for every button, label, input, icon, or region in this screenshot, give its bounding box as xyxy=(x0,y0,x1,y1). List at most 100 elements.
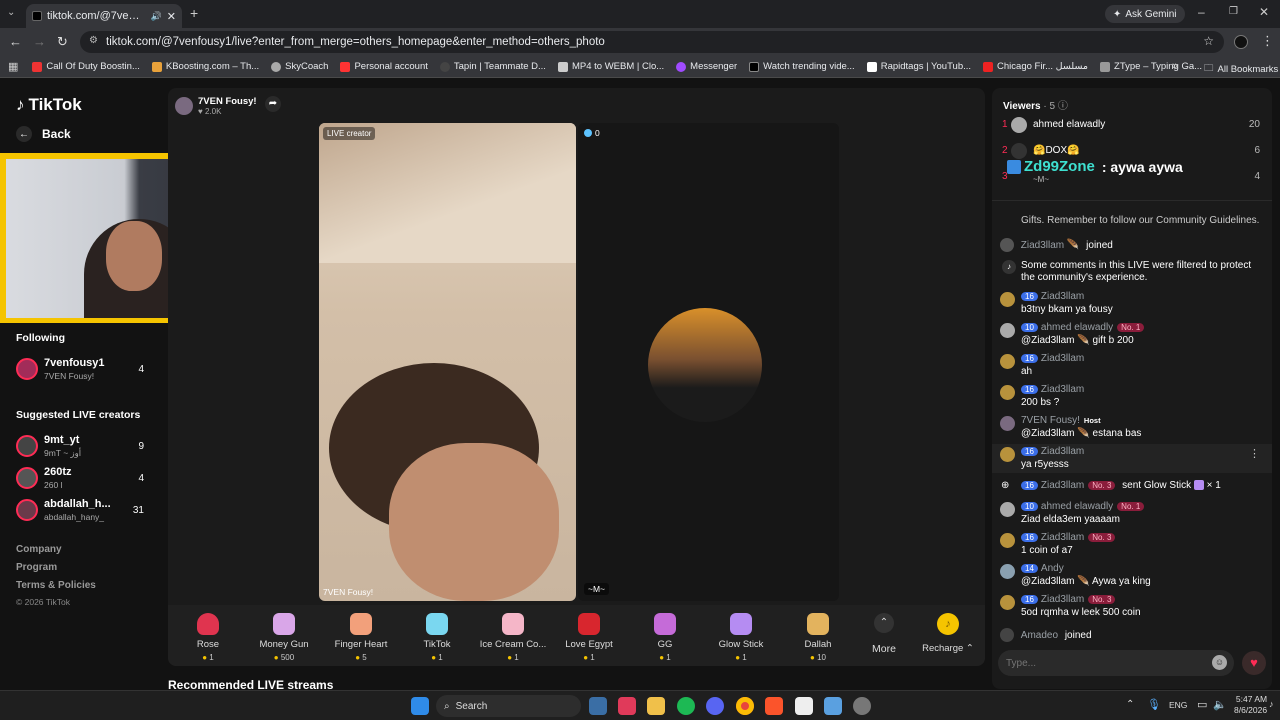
bookmark-item[interactable]: KBoosting.com – Th... xyxy=(151,61,259,72)
file-explorer-icon[interactable] xyxy=(647,697,665,715)
taskbar-search[interactable]: ⌕ Search xyxy=(436,695,581,717)
bookmark-item[interactable]: ZType – Typing Ga... xyxy=(1100,61,1202,72)
more-gifts-button[interactable]: ⌃ More xyxy=(849,613,919,655)
bookmark-star-icon[interactable]: ☆ xyxy=(1203,34,1214,48)
gift-rose[interactable]: Rose ● 1 xyxy=(173,613,243,662)
tiktok-logo[interactable]: ♪ TikTok xyxy=(16,95,82,115)
avatar xyxy=(1011,143,1027,159)
avatar xyxy=(1011,117,1027,133)
bookmark-item[interactable]: Personal account xyxy=(340,61,428,72)
apps-grid-icon[interactable]: ▦ xyxy=(8,60,18,73)
avatar xyxy=(1000,354,1015,369)
browser-tab[interactable]: tiktok.com/@7venfousy1/li 🔊 ✕ xyxy=(26,4,182,28)
following-item[interactable]: 7venfousy1 7VEN Fousy! 4 xyxy=(16,356,150,382)
gift-glow-stick[interactable]: Glow Stick ● 1 xyxy=(706,613,776,662)
new-tab-icon[interactable]: + xyxy=(190,5,198,21)
close-window-icon[interactable]: ✕ xyxy=(1259,5,1269,19)
tab-list-chevron-icon[interactable]: ⌄ xyxy=(7,7,15,18)
suggested-item[interactable]: 260tz 260 l 4 xyxy=(16,465,150,491)
gift-dallah[interactable]: Dallah ● 10 xyxy=(783,613,853,662)
address-bar[interactable]: ⚙ tiktok.com/@7venfousy1/live?enter_from… xyxy=(80,31,1224,53)
back-arrow-icon[interactable]: ← xyxy=(9,34,22,49)
language-indicator[interactable]: ENG xyxy=(1169,700,1187,710)
overlay-comment: Zd99Zone : aywa aywa xyxy=(1007,158,1183,175)
site-info-icon[interactable]: ⚙ xyxy=(89,35,98,46)
chat-input[interactable] xyxy=(1006,655,1206,671)
host-info[interactable]: 7VEN Fousy! ♥ 2.0K xyxy=(175,96,257,116)
gift-money-gun[interactable]: Money Gun ● 500 xyxy=(249,613,319,662)
close-tab-icon[interactable]: ✕ xyxy=(167,10,176,23)
app-icon[interactable] xyxy=(824,697,842,715)
discord-icon[interactable] xyxy=(706,697,724,715)
bookmark-item[interactable]: Rapidtags | YouTub... xyxy=(866,61,971,72)
chat-message-hovered[interactable]: 16 Ziad3llam ya r5yesss ⋮ xyxy=(992,444,1272,473)
bookmark-item[interactable]: SkyCoach xyxy=(271,61,328,72)
gift-ice-cream[interactable]: Ice Cream Co... ● 1 xyxy=(478,613,548,662)
restore-window-icon[interactable]: ❐ xyxy=(1229,6,1238,17)
main-video: LIVE creator 7VEN Fousy! xyxy=(319,123,576,601)
reload-icon[interactable]: ↻ xyxy=(57,34,68,50)
tiktok-live-page: ♪ TikTok ← Back Following 7venfousy1 7VE… xyxy=(0,79,1280,692)
eye-icon xyxy=(584,129,592,137)
notification-bell-icon[interactable]: ♪ xyxy=(1269,699,1274,709)
bookmark-item[interactable]: Call Of Duty Boostin... xyxy=(32,61,140,72)
profile-avatar-icon[interactable] xyxy=(1234,35,1248,49)
chat-message: 16 Ziad3llam ah xyxy=(1000,353,1262,377)
guest-video: 0 ~M~ xyxy=(578,123,839,601)
ask-gemini-button[interactable]: ✦ Ask Gemini xyxy=(1105,5,1185,23)
creator-name: 7venfousy1 xyxy=(44,357,105,369)
tiktok-app-icon[interactable] xyxy=(618,697,636,715)
chat-message: 16 Ziad3llam No. 3 5od rqmha w leek 500 coi… xyxy=(1000,594,1262,618)
bookmark-item[interactable]: Chicago Fir... مسلسل xyxy=(983,61,1088,72)
coin-icon: ♪ xyxy=(937,613,959,635)
back-button[interactable]: ← Back xyxy=(16,126,71,142)
clock[interactable]: 5:47 AM 8/6/2026 xyxy=(1234,694,1267,716)
forward-arrow-icon[interactable]: → xyxy=(33,34,46,49)
footer-link-company[interactable]: Company xyxy=(16,544,62,555)
share-icon[interactable]: ➦ xyxy=(265,96,281,112)
bookmark-favicon-icon xyxy=(866,61,877,72)
info-icon[interactable]: ⓘ xyxy=(1058,101,1068,112)
gift-tiktok[interactable]: TikTok ● 1 xyxy=(402,613,472,662)
settings-icon[interactable] xyxy=(853,697,871,715)
bookmark-item[interactable]: MP4 to WEBM | Clo... xyxy=(557,61,664,72)
back-arrow-icon: ← xyxy=(16,126,32,142)
all-bookmarks-button[interactable]: 🗀 All Bookmarks xyxy=(1204,61,1278,77)
gift-finger-heart[interactable]: Finger Heart ● 5 xyxy=(326,613,396,662)
spotify-icon[interactable] xyxy=(677,697,695,715)
viewer-count: 31 xyxy=(132,505,144,516)
network-icon[interactable]: ▭ xyxy=(1197,698,1207,711)
menu-kebab-icon[interactable]: ⋮ xyxy=(1261,33,1274,49)
recharge-button[interactable]: ♪ Recharge ⌃ xyxy=(913,613,983,654)
store-icon[interactable] xyxy=(589,697,607,715)
bookmark-item[interactable]: Messenger xyxy=(676,61,737,72)
bookmark-item[interactable]: Tapin | Teammate D... xyxy=(439,61,546,72)
message-options-icon[interactable]: ⋮ xyxy=(1249,447,1260,460)
gift-icon: ⊕ xyxy=(1001,480,1010,491)
footer-link-program[interactable]: Program xyxy=(16,562,57,573)
chrome-icon[interactable] xyxy=(736,697,754,715)
footer-link-terms[interactable]: Terms & Policies xyxy=(16,580,96,591)
chevron-up-icon[interactable]: ⌃ xyxy=(1126,699,1134,710)
microphone-icon[interactable]: 🎙 xyxy=(1147,698,1161,711)
bookmark-item[interactable]: Watch trending vide... xyxy=(749,61,855,72)
suggested-item[interactable]: abdallah_h... abdallah_hany_ 31 xyxy=(16,497,150,523)
gift-love-egypt[interactable]: Love Egypt ● 1 xyxy=(554,613,624,662)
audio-playing-icon[interactable]: 🔊 xyxy=(151,11,162,22)
gift-gg[interactable]: GG ● 1 xyxy=(630,613,700,662)
suggested-item[interactable]: 9mt_yt 9mT ~ أوز 9 xyxy=(16,433,150,459)
windows-start-icon[interactable] xyxy=(411,697,429,715)
windows-taskbar: ⌕ Search ⌃ 🎙 ENG ▭ 🔈 5:47 AM 8/6/2026 ♪ xyxy=(0,690,1280,720)
copyright: © 2026 TikTok xyxy=(16,597,70,607)
brave-icon[interactable] xyxy=(765,697,783,715)
top-viewer-row[interactable]: 1 ahmed elawadly 20 xyxy=(1002,117,1260,135)
volume-icon[interactable]: 🔈 xyxy=(1213,698,1227,711)
viewers-header[interactable]: Viewers · 5 ⓘ xyxy=(1003,97,1068,112)
minimize-window-icon[interactable]: – xyxy=(1198,5,1205,19)
avatar xyxy=(1000,323,1015,338)
chat-message: 16 Ziad3llam No. 31 coin of a7 xyxy=(1000,532,1262,556)
file-icon[interactable] xyxy=(795,697,813,715)
emoji-icon[interactable]: ☺ xyxy=(1212,655,1227,670)
more-bookmarks-chevron-icon[interactable]: » xyxy=(1172,60,1178,72)
like-heart-icon[interactable]: ♥ xyxy=(1242,651,1266,675)
